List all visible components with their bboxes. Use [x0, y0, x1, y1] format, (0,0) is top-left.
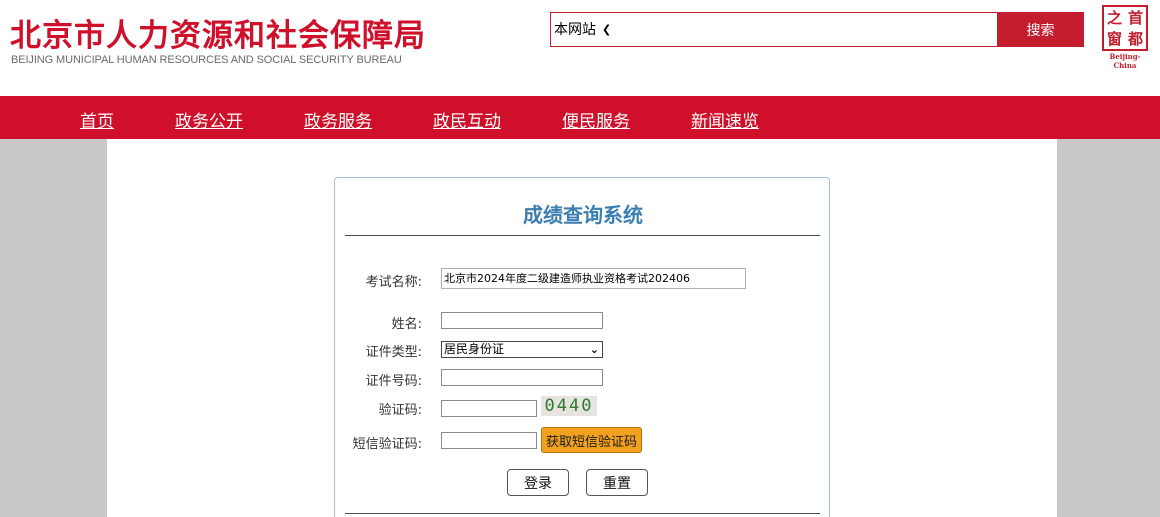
name-label: 姓名:	[391, 317, 422, 332]
score-query-panel: 成绩查询系统 考试名称: 北京市2024年度二级建造师执业资格考试202406 …	[334, 177, 830, 517]
site-logo-title[interactable]: 北京市人力资源和社会保障局	[10, 10, 426, 55]
page: 北京市人力资源和社会保障局 BEIJING MUNICIPAL HUMAN RE…	[0, 0, 1160, 517]
seal-char: 窗	[1106, 30, 1122, 48]
id-type-select[interactable]: 居民身份证 ⌄	[441, 341, 603, 358]
exam-name-field[interactable]: 北京市2024年度二级建造师执业资格考试202406	[441, 268, 746, 289]
seal-char: 都	[1127, 30, 1143, 48]
captcha-input[interactable]	[441, 400, 537, 417]
reset-button[interactable]: 重置	[586, 469, 648, 496]
search-scope-label: 本网站	[554, 22, 596, 38]
seal-caption: Beijing-China	[1109, 52, 1141, 70]
nav-item-news[interactable]: 新闻速览	[691, 107, 759, 132]
main-nav: 首页 政务公开 政务服务 政民互动 便民服务 新闻速览	[0, 96, 1160, 139]
login-button[interactable]: 登录	[507, 469, 569, 496]
id-type-label: 证件类型:	[365, 345, 422, 360]
name-input[interactable]	[441, 312, 603, 329]
sms-code-label: 短信验证码:	[352, 437, 422, 452]
exam-name-label: 考试名称:	[365, 275, 422, 290]
site-logo-subtitle: BEIJING MUNICIPAL HUMAN RESOURCES AND SO…	[11, 54, 402, 66]
captcha-label: 验证码:	[378, 403, 422, 418]
seal-char: 首	[1127, 9, 1143, 27]
nav-item-government-services[interactable]: 政务服务	[304, 107, 372, 132]
seal-icon: 之 首 窗 都	[1102, 5, 1148, 51]
site-header: 北京市人力资源和社会保障局 BEIJING MUNICIPAL HUMAN RE…	[0, 0, 1160, 96]
captcha-image[interactable]: 0440	[541, 396, 597, 416]
search-button[interactable]: 搜索	[997, 12, 1084, 47]
search-bar: 本网站 ❮ 搜索	[550, 12, 1084, 47]
id-type-value: 居民身份证	[444, 342, 505, 356]
panel-title: 成绩查询系统	[523, 203, 643, 227]
nav-item-home[interactable]: 首页	[80, 107, 114, 132]
nav-item-government-affairs[interactable]: 政务公开	[175, 107, 243, 132]
divider	[345, 513, 820, 514]
seal-char: 之	[1106, 9, 1122, 27]
divider	[345, 235, 820, 236]
get-sms-code-button[interactable]: 获取短信验证码	[541, 427, 642, 453]
nav-item-interaction[interactable]: 政民互动	[433, 107, 501, 132]
search-input[interactable]	[639, 15, 989, 44]
search-scope-select[interactable]: 本网站 ❮	[554, 19, 611, 39]
chevron-down-icon: ⌄	[589, 343, 599, 356]
nav-item-public-services[interactable]: 便民服务	[562, 107, 630, 132]
id-number-input[interactable]	[441, 369, 603, 386]
id-number-label: 证件号码:	[365, 374, 422, 389]
chevron-down-icon: ❮	[602, 22, 612, 36]
sms-code-input[interactable]	[441, 432, 537, 449]
capital-window-seal-logo[interactable]: 之 首 窗 都 Beijing-China	[1098, 5, 1152, 70]
